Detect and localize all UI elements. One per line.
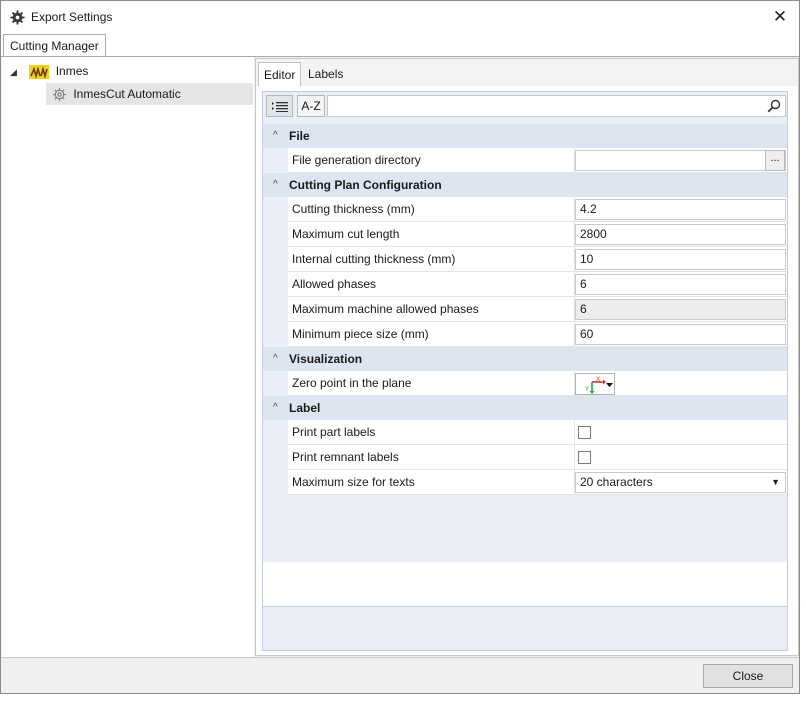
search-icon[interactable] bbox=[767, 99, 781, 113]
categorized-view-button[interactable] bbox=[266, 95, 293, 117]
dropdown-selected-value: 20 characters bbox=[580, 475, 653, 489]
property-row-zero-point: Zero point in the plane X Y bbox=[288, 371, 787, 396]
property-row-print-remnant-labels: Print remnant labels bbox=[288, 445, 787, 470]
property-label: File generation directory bbox=[292, 153, 421, 167]
browse-button[interactable]: ... bbox=[765, 150, 785, 171]
column-divider bbox=[574, 420, 575, 445]
inmes-logo-icon bbox=[29, 64, 50, 79]
tree-item-label: InmesCut Automatic bbox=[73, 87, 181, 101]
maximum-machine-allowed-phases-field: 6 bbox=[575, 299, 786, 320]
tree-item-inmescut-automatic[interactable]: InmesCut Automatic bbox=[46, 83, 253, 105]
maximum-cut-length-input[interactable]: 2800 bbox=[575, 224, 786, 245]
property-row-maximum-size-for-texts: Maximum size for texts 20 characters ▼ bbox=[288, 470, 787, 495]
collapse-chevron-icon[interactable]: ^ bbox=[273, 396, 278, 420]
property-label: Minimum piece size (mm) bbox=[292, 327, 429, 341]
property-label: Maximum machine allowed phases bbox=[292, 302, 479, 316]
tree-item-label: Inmes bbox=[55, 64, 89, 78]
allowed-phases-input[interactable]: 6 bbox=[575, 274, 786, 295]
tree-expander-icon[interactable]: ◢ bbox=[10, 61, 26, 83]
property-label: Internal cutting thickness (mm) bbox=[292, 252, 456, 266]
property-label: Print remnant labels bbox=[292, 450, 399, 464]
category-label: File bbox=[289, 129, 310, 143]
close-button[interactable]: Close bbox=[703, 664, 793, 688]
alphabetical-view-button[interactable]: A-Z bbox=[297, 95, 325, 117]
gear-icon bbox=[10, 10, 25, 25]
collapse-chevron-icon[interactable]: ^ bbox=[273, 173, 278, 197]
property-label: Print part labels bbox=[292, 425, 376, 439]
property-row-print-part-labels: Print part labels bbox=[288, 420, 787, 445]
window-close-button[interactable]: ✕ bbox=[767, 5, 793, 29]
chevron-down-icon[interactable]: ▼ bbox=[771, 473, 780, 492]
category-visualization[interactable]: ^ Visualization bbox=[263, 347, 787, 371]
property-row-minimum-piece-size: Minimum piece size (mm) 60 bbox=[288, 322, 787, 347]
title-bar: Export Settings ✕ bbox=[1, 1, 799, 33]
footer-divider bbox=[1, 657, 799, 658]
tab-editor[interactable]: Editor bbox=[258, 62, 302, 86]
maximum-text-size-dropdown[interactable]: 20 characters ▼ bbox=[575, 472, 786, 493]
print-part-labels-checkbox[interactable] bbox=[578, 426, 591, 439]
exporter-tree: ◢ Inmes InmesCut Automatic bbox=[2, 57, 254, 657]
property-search-input[interactable] bbox=[327, 95, 786, 117]
category-cutting-plan-configuration[interactable]: ^ Cutting Plan Configuration bbox=[263, 173, 787, 197]
property-label: Maximum size for texts bbox=[292, 475, 415, 489]
property-grid-toolbar: A-Z bbox=[263, 92, 787, 120]
property-row-maximum-cut-length: Maximum cut length 2800 bbox=[288, 222, 787, 247]
internal-cutting-thickness-input[interactable]: 10 bbox=[575, 249, 786, 270]
collapse-chevron-icon[interactable]: ^ bbox=[273, 124, 278, 148]
category-file[interactable]: ^ File bbox=[263, 124, 787, 148]
category-label: Visualization bbox=[289, 352, 363, 366]
inner-tab-strip: Editor Labels bbox=[256, 59, 798, 86]
window-title: Export Settings bbox=[31, 10, 113, 24]
category-label-section[interactable]: ^ Label bbox=[263, 396, 787, 420]
tree-item-inmes[interactable]: ◢ Inmes bbox=[10, 60, 88, 82]
property-label: Maximum cut length bbox=[292, 227, 400, 241]
categorized-list-icon bbox=[271, 102, 288, 112]
property-row-maximum-machine-allowed-phases: Maximum machine allowed phases 6 bbox=[288, 297, 787, 322]
cutting-thickness-input[interactable]: 4.2 bbox=[575, 199, 786, 220]
axis-y-label: Y bbox=[585, 387, 589, 393]
gear-icon bbox=[52, 88, 67, 102]
property-label: Zero point in the plane bbox=[292, 376, 412, 390]
category-label: Cutting Plan Configuration bbox=[289, 178, 442, 192]
collapse-chevron-icon[interactable]: ^ bbox=[273, 347, 278, 371]
property-row-cutting-thickness: Cutting thickness (mm) 4.2 bbox=[288, 197, 787, 222]
zero-point-selector[interactable]: X Y bbox=[575, 373, 615, 395]
column-divider bbox=[574, 445, 575, 470]
property-row-file-generation-directory: File generation directory ... bbox=[288, 148, 787, 173]
tab-cutting-manager[interactable]: Cutting Manager bbox=[3, 34, 106, 57]
print-remnant-labels-checkbox[interactable] bbox=[578, 451, 591, 464]
axis-origin-icon: X Y bbox=[585, 377, 613, 394]
tab-labels[interactable]: Labels bbox=[303, 62, 348, 86]
minimum-piece-size-input[interactable]: 60 bbox=[575, 324, 786, 345]
description-divider bbox=[263, 606, 787, 607]
property-row-allowed-phases: Allowed phases 6 bbox=[288, 272, 787, 297]
outer-tab-strip: Cutting Manager bbox=[1, 33, 799, 57]
property-rows: ^ File File generation directory ... ^ C… bbox=[263, 124, 787, 495]
property-label: Allowed phases bbox=[292, 277, 377, 291]
property-grid: A-Z ^ File File generation directory ...… bbox=[262, 91, 788, 651]
category-label: Label bbox=[289, 401, 321, 415]
property-panel: Editor Labels A-Z ^ File File generation… bbox=[255, 58, 799, 656]
property-grid-empty-area bbox=[263, 562, 787, 606]
property-row-internal-cutting-thickness: Internal cutting thickness (mm) 10 bbox=[288, 247, 787, 272]
property-label: Cutting thickness (mm) bbox=[292, 202, 415, 216]
file-directory-input[interactable]: ... bbox=[575, 150, 786, 171]
export-settings-window: Export Settings ✕ Cutting Manager ◢ Inme… bbox=[0, 0, 800, 694]
